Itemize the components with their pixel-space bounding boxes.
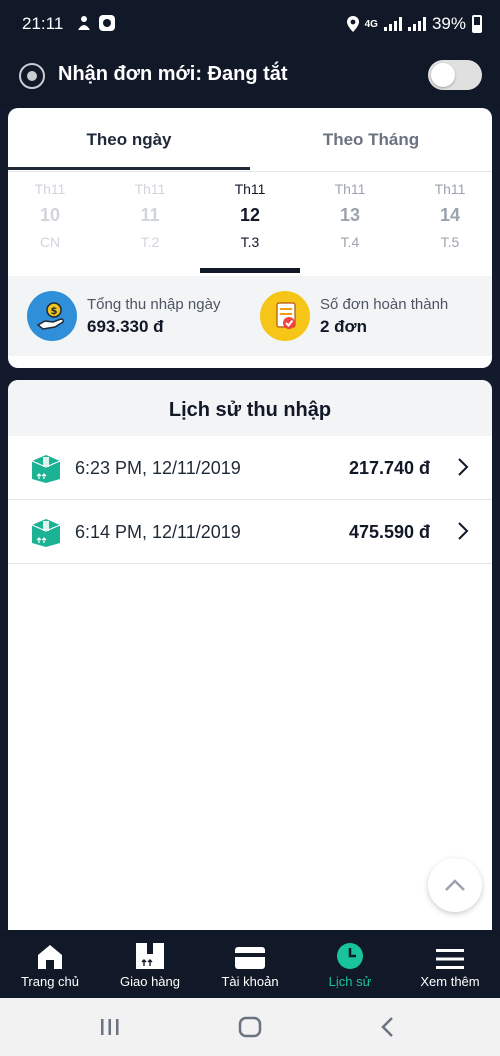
- day-item[interactable]: Th11 10 CN: [8, 172, 92, 250]
- document-check-icon: [260, 291, 310, 341]
- income-history-card: Lịch sử thu nhập 6:23 PM, 12/11/2019 217…: [8, 380, 492, 930]
- notification-icon: [78, 16, 90, 30]
- battery-icon: [472, 15, 482, 33]
- scroll-to-top-button[interactable]: [428, 858, 482, 912]
- history-datetime: 6:23 PM, 12/11/2019: [75, 458, 241, 478]
- period-tabs: Theo ngày Theo Tháng: [8, 108, 492, 172]
- package-icon: [136, 943, 164, 969]
- selected-day-indicator: [200, 268, 300, 273]
- daily-income-card: Theo ngày Theo Tháng Th11 10 CN Th11 11 …: [8, 108, 492, 368]
- day-item[interactable]: Th11 14 T.5: [408, 172, 492, 250]
- signal-icon-2: [407, 17, 426, 31]
- status-radio-icon: [19, 63, 45, 89]
- income-history-title: Lịch sử thu nhập: [8, 380, 492, 436]
- day-month: Th11: [134, 181, 166, 197]
- completed-orders-label: Số đơn hoàn thành: [320, 295, 449, 313]
- day-number: 11: [140, 205, 160, 225]
- nav-account[interactable]: Tài khoản: [200, 930, 300, 998]
- back-icon[interactable]: [380, 1016, 396, 1038]
- completed-orders-summary: Số đơn hoàn thành 2 đơn: [260, 290, 448, 342]
- completed-orders-value: 2 đơn: [320, 316, 368, 336]
- day-number: 13: [339, 205, 361, 225]
- history-amount: 217.740 đ: [348, 458, 430, 478]
- order-receiving-status: Nhận đơn mới: Đang tắt: [58, 63, 288, 85]
- app-notification-icon: [99, 15, 115, 31]
- tab-by-month[interactable]: Theo Tháng: [250, 108, 492, 170]
- package-icon: [31, 455, 61, 483]
- history-datetime: 6:14 PM, 12/11/2019: [75, 522, 241, 542]
- status-time: 21:11: [22, 14, 64, 33]
- nav-delivery[interactable]: Giao hàng: [100, 930, 200, 998]
- menu-icon: [436, 949, 464, 969]
- battery-percent: 39%: [431, 14, 466, 33]
- day-item[interactable]: Th11 11 T.2: [108, 172, 192, 250]
- signal-icon: [383, 17, 402, 31]
- tab-by-day[interactable]: Theo ngày: [8, 108, 250, 170]
- day-weekday: CN: [39, 234, 61, 250]
- nav-more-label: Xem thêm: [420, 974, 480, 989]
- history-amount: 475.590 đ: [348, 522, 430, 542]
- day-weekday: T.4: [340, 234, 360, 250]
- day-picker: Th11 10 CN Th11 11 T.2 Th11 12 T.3 Th11 …: [8, 172, 492, 276]
- order-receiving-toggle[interactable]: [428, 60, 482, 90]
- day-month: Th11: [34, 181, 66, 197]
- day-item[interactable]: Th11 13 T.4: [308, 172, 392, 250]
- chevron-right-icon: [458, 522, 469, 540]
- bottom-navigation: Trang chủ Giao hàng Tài khoản Lịch sử Xe…: [0, 930, 500, 998]
- nav-history-label: Lịch sử: [328, 974, 372, 989]
- total-income-summary: $ Tổng thu nhập ngày 693.330 đ: [27, 290, 220, 342]
- clock-icon: [337, 943, 363, 969]
- nav-history[interactable]: Lịch sử: [300, 930, 400, 998]
- card-icon: [235, 947, 265, 969]
- day-weekday: T.5: [440, 234, 460, 250]
- nav-delivery-label: Giao hàng: [120, 974, 180, 989]
- day-weekday: T.3: [240, 234, 260, 250]
- status-bar: 21:11 4G 39%: [0, 0, 500, 50]
- day-month: Th11: [334, 181, 366, 197]
- day-number: 10: [39, 205, 61, 225]
- day-weekday: T.2: [140, 234, 160, 250]
- home-icon: [38, 945, 62, 969]
- nav-home-label: Trang chủ: [20, 974, 80, 989]
- day-month: Th11: [434, 181, 466, 197]
- nav-home[interactable]: Trang chủ: [0, 930, 100, 998]
- daily-summary: $ Tổng thu nhập ngày 693.330 đ Số đơn ho…: [8, 276, 492, 356]
- total-income-label: Tổng thu nhập ngày: [87, 295, 221, 313]
- nav-more[interactable]: Xem thêm: [400, 930, 500, 998]
- day-item-selected[interactable]: Th11 12 T.3: [200, 172, 300, 273]
- total-income-value: 693.330 đ: [87, 316, 164, 336]
- money-hand-icon: $: [27, 291, 77, 341]
- network-type: 4G: [364, 18, 378, 30]
- chevron-right-icon: [458, 458, 469, 476]
- chevron-up-icon: [445, 879, 465, 891]
- toggle-knob: [431, 63, 455, 87]
- location-icon: [346, 16, 359, 32]
- system-navigation-bar: [0, 998, 500, 1056]
- day-month: Th11: [234, 181, 266, 197]
- nav-account-label: Tài khoản: [221, 974, 279, 989]
- svg-text:$: $: [51, 306, 58, 317]
- recent-apps-icon[interactable]: [99, 1016, 121, 1038]
- order-receiving-header: Nhận đơn mới: Đang tắt: [0, 50, 500, 108]
- home-button-icon[interactable]: [238, 1016, 262, 1038]
- history-row[interactable]: 6:14 PM, 12/11/2019 475.590 đ: [8, 500, 492, 564]
- package-icon: [31, 519, 61, 547]
- day-number: 12: [239, 205, 261, 225]
- day-number: 14: [439, 205, 461, 225]
- history-row[interactable]: 6:23 PM, 12/11/2019 217.740 đ: [8, 436, 492, 500]
